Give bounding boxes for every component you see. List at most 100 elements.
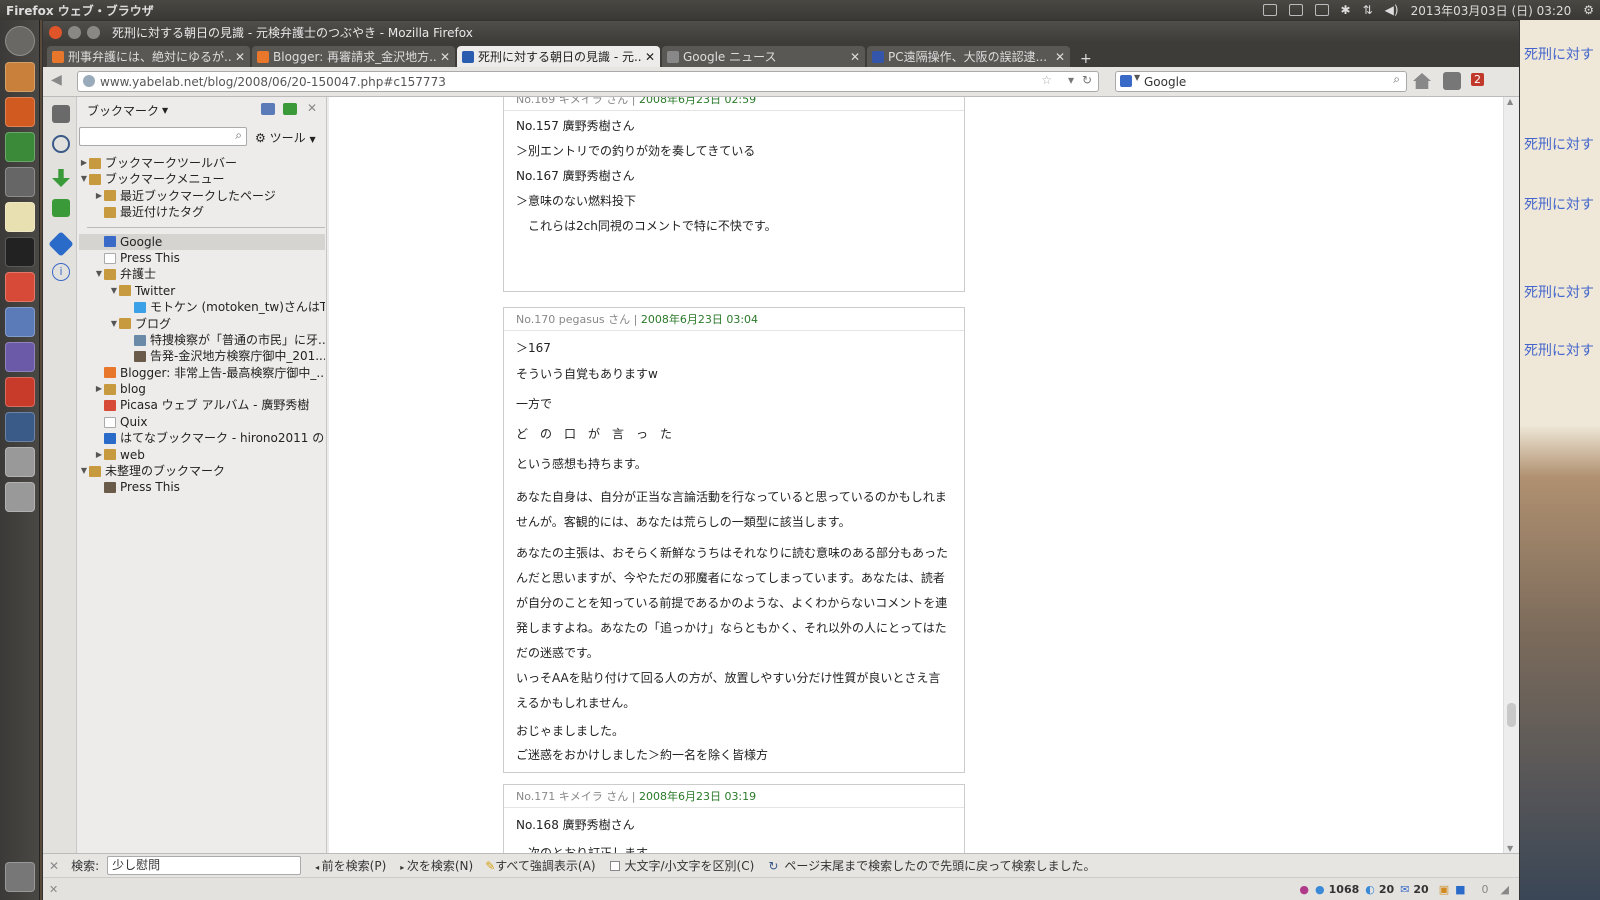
chevron-down-icon[interactable]: ▼ <box>162 106 168 115</box>
info-icon[interactable]: i <box>52 263 70 281</box>
gear-icon[interactable]: ⚙ <box>1583 3 1594 17</box>
sidebar-title[interactable]: ブックマーク <box>87 102 159 119</box>
new-tab-button[interactable]: + <box>1072 51 1100 67</box>
bookmark-folder[interactable]: ▼ ブログ <box>79 316 325 332</box>
dash-icon[interactable] <box>5 26 35 56</box>
expand-right-icon[interactable]: ▶ <box>94 188 104 204</box>
close-tab-icon[interactable]: ✕ <box>1055 50 1065 64</box>
tab-active[interactable]: 死刑に対する朝日の見識 - 元... ✕ <box>457 46 660 67</box>
bookmark-item[interactable]: はてなブックマーク - hirono2011 のブ... <box>79 430 325 446</box>
expand-down-icon[interactable]: ▼ <box>79 171 89 187</box>
bookmark-item[interactable]: Blogger: 非常上告-最高検察庁御中_... <box>79 365 325 381</box>
search-icon[interactable]: ⌕ <box>1393 72 1400 87</box>
comment-date-link[interactable]: 2008年6月23日 03:19 <box>639 790 756 803</box>
extension-icon[interactable] <box>1443 72 1461 90</box>
close-tab-icon[interactable]: ✕ <box>235 50 245 64</box>
mail-icon[interactable]: ✉ <box>1400 883 1409 896</box>
hatena-icon[interactable]: ■ <box>1455 883 1465 896</box>
highlight-all-button[interactable]: ✎すべて強調表示(A) <box>485 857 595 874</box>
resize-grip-icon[interactable]: ◢ <box>1501 883 1509 896</box>
bookmark-item[interactable]: 特捜検察が「普通の市民」に牙... <box>79 332 325 348</box>
close-tab-icon[interactable]: ✕ <box>850 50 860 64</box>
bookmark-folder[interactable]: ▶ web <box>79 447 325 463</box>
expand-down-icon[interactable]: ▼ <box>79 463 89 479</box>
close-icon[interactable]: ✕ <box>49 883 58 896</box>
close-findbar-icon[interactable]: ✕ <box>49 859 59 873</box>
notification-badge[interactable]: 2 <box>1471 73 1484 86</box>
twitter-icon[interactable]: ● <box>1315 883 1325 896</box>
bookmark-folder[interactable]: ▶ blog <box>79 381 325 397</box>
tab[interactable]: PC遠隔操作、大阪の誤認逮... ✕ <box>867 46 1070 67</box>
find-input[interactable]: 少し慰問 <box>107 856 302 875</box>
bookmark-folder[interactable]: ▶ ブックマークツールバー <box>79 155 325 171</box>
tools-menu[interactable]: ⚙ ツール ▼ <box>255 129 316 146</box>
search-bar[interactable]: ▼ Google ⌕ <box>1115 71 1407 92</box>
workspace-icon[interactable] <box>5 412 35 442</box>
url-bar[interactable]: www.yabelab.net/blog/2008/06/20-150047.p… <box>77 71 1099 92</box>
sidebar-view-icon[interactable] <box>261 103 275 115</box>
bookmark-item[interactable]: Picasa ウェブ アルバム - 廣野秀樹 <box>79 397 325 413</box>
bookmark-item[interactable]: モトケン (motoken_tw)さんはT... <box>79 299 325 315</box>
bookmark-item[interactable]: Google <box>79 233 325 250</box>
google-icon[interactable] <box>1120 75 1132 87</box>
addon-icon[interactable] <box>48 231 74 257</box>
home-icon[interactable] <box>1413 73 1431 89</box>
bookmark-item[interactable]: Press This <box>79 479 325 495</box>
rss-icon[interactable]: ▾ <box>1068 73 1074 87</box>
drive-icon[interactable] <box>5 482 35 512</box>
files-icon[interactable] <box>5 62 35 92</box>
bookmark-folder[interactable]: 最近付けたタグ <box>79 204 325 220</box>
network-icon[interactable]: ⇅ <box>1363 3 1373 17</box>
mail-icon[interactable] <box>1288 4 1303 16</box>
download-icon[interactable] <box>52 169 70 187</box>
back-icon[interactable]: ◀ <box>51 72 62 88</box>
drive-icon[interactable] <box>5 447 35 477</box>
bookmark-folder[interactable]: ▶ 最近ブックマークしたページ <box>79 188 325 204</box>
windows-app-icon[interactable] <box>5 377 35 407</box>
site-identity-icon[interactable] <box>83 75 95 87</box>
clock[interactable]: 2013年03月03日 (日) 03:20 <box>1411 2 1572 19</box>
trash-icon[interactable] <box>5 862 35 892</box>
expand-down-icon[interactable]: ▼ <box>94 266 104 282</box>
expand-down-icon[interactable]: ▼ <box>109 316 119 332</box>
close-icon[interactable]: ✕ <box>307 101 317 115</box>
expand-right-icon[interactable]: ▶ <box>94 381 104 397</box>
tab[interactable]: 刑事弁護には、絶対にゆるが... ✕ <box>47 46 250 67</box>
close-window-button[interactable] <box>49 25 62 39</box>
find-next-button[interactable]: ▸ 次を検索(N) <box>400 857 473 874</box>
reply-icon[interactable]: ◐ <box>1365 883 1375 896</box>
battery-icon[interactable] <box>1314 4 1329 16</box>
maximize-window-button[interactable] <box>87 25 100 39</box>
app-icon[interactable] <box>5 342 35 372</box>
terminal-icon[interactable] <box>5 237 35 267</box>
expand-down-icon[interactable]: ▼ <box>109 283 119 299</box>
bookmark-folder[interactable]: ▼ ブックマークメニュー <box>79 171 325 187</box>
find-previous-button[interactable]: ◂ 前を検索(P) <box>315 857 386 874</box>
chevron-down-icon[interactable]: ▼ <box>1134 73 1140 82</box>
close-tab-icon[interactable]: ✕ <box>440 50 450 64</box>
indicator-icon[interactable] <box>1262 4 1277 16</box>
reload-icon[interactable]: ↻ <box>1082 73 1092 87</box>
search-icon[interactable]: ⌕ <box>235 128 242 143</box>
bookmark-search-input[interactable]: ⌕ <box>79 127 247 146</box>
tab[interactable]: Blogger: 再審請求_金沢地方... ✕ <box>252 46 455 67</box>
bookmarks-sidebar-icon[interactable] <box>52 105 70 123</box>
volume-icon[interactable]: ◀) <box>1385 3 1399 17</box>
bookmark-folder[interactable]: ▼ Twitter <box>79 283 325 299</box>
comment-date-link[interactable]: 2008年6月23日 03:04 <box>641 313 758 326</box>
match-case-checkbox[interactable] <box>609 860 620 871</box>
minimize-window-button[interactable] <box>68 25 81 39</box>
expand-right-icon[interactable]: ▶ <box>79 155 89 171</box>
firefox-icon[interactable] <box>5 97 35 127</box>
bookmark-folder[interactable]: ▼ 未整理のブックマーク <box>79 463 325 479</box>
tab[interactable]: Google ニュース ✕ <box>662 46 865 67</box>
addons-icon[interactable] <box>52 199 70 217</box>
scrollbar-thumb[interactable] <box>1507 703 1516 727</box>
spreadsheet-icon[interactable] <box>5 132 35 162</box>
chrome-icon[interactable] <box>5 272 35 302</box>
scroll-up-icon[interactable]: ▲ <box>1507 97 1513 106</box>
bookmark-item[interactable]: 告発-金沢地方検察庁御中_201... <box>79 348 325 364</box>
settings-icon[interactable] <box>5 167 35 197</box>
browser-icon[interactable] <box>5 307 35 337</box>
scroll-down-icon[interactable]: ▼ <box>1507 844 1513 853</box>
